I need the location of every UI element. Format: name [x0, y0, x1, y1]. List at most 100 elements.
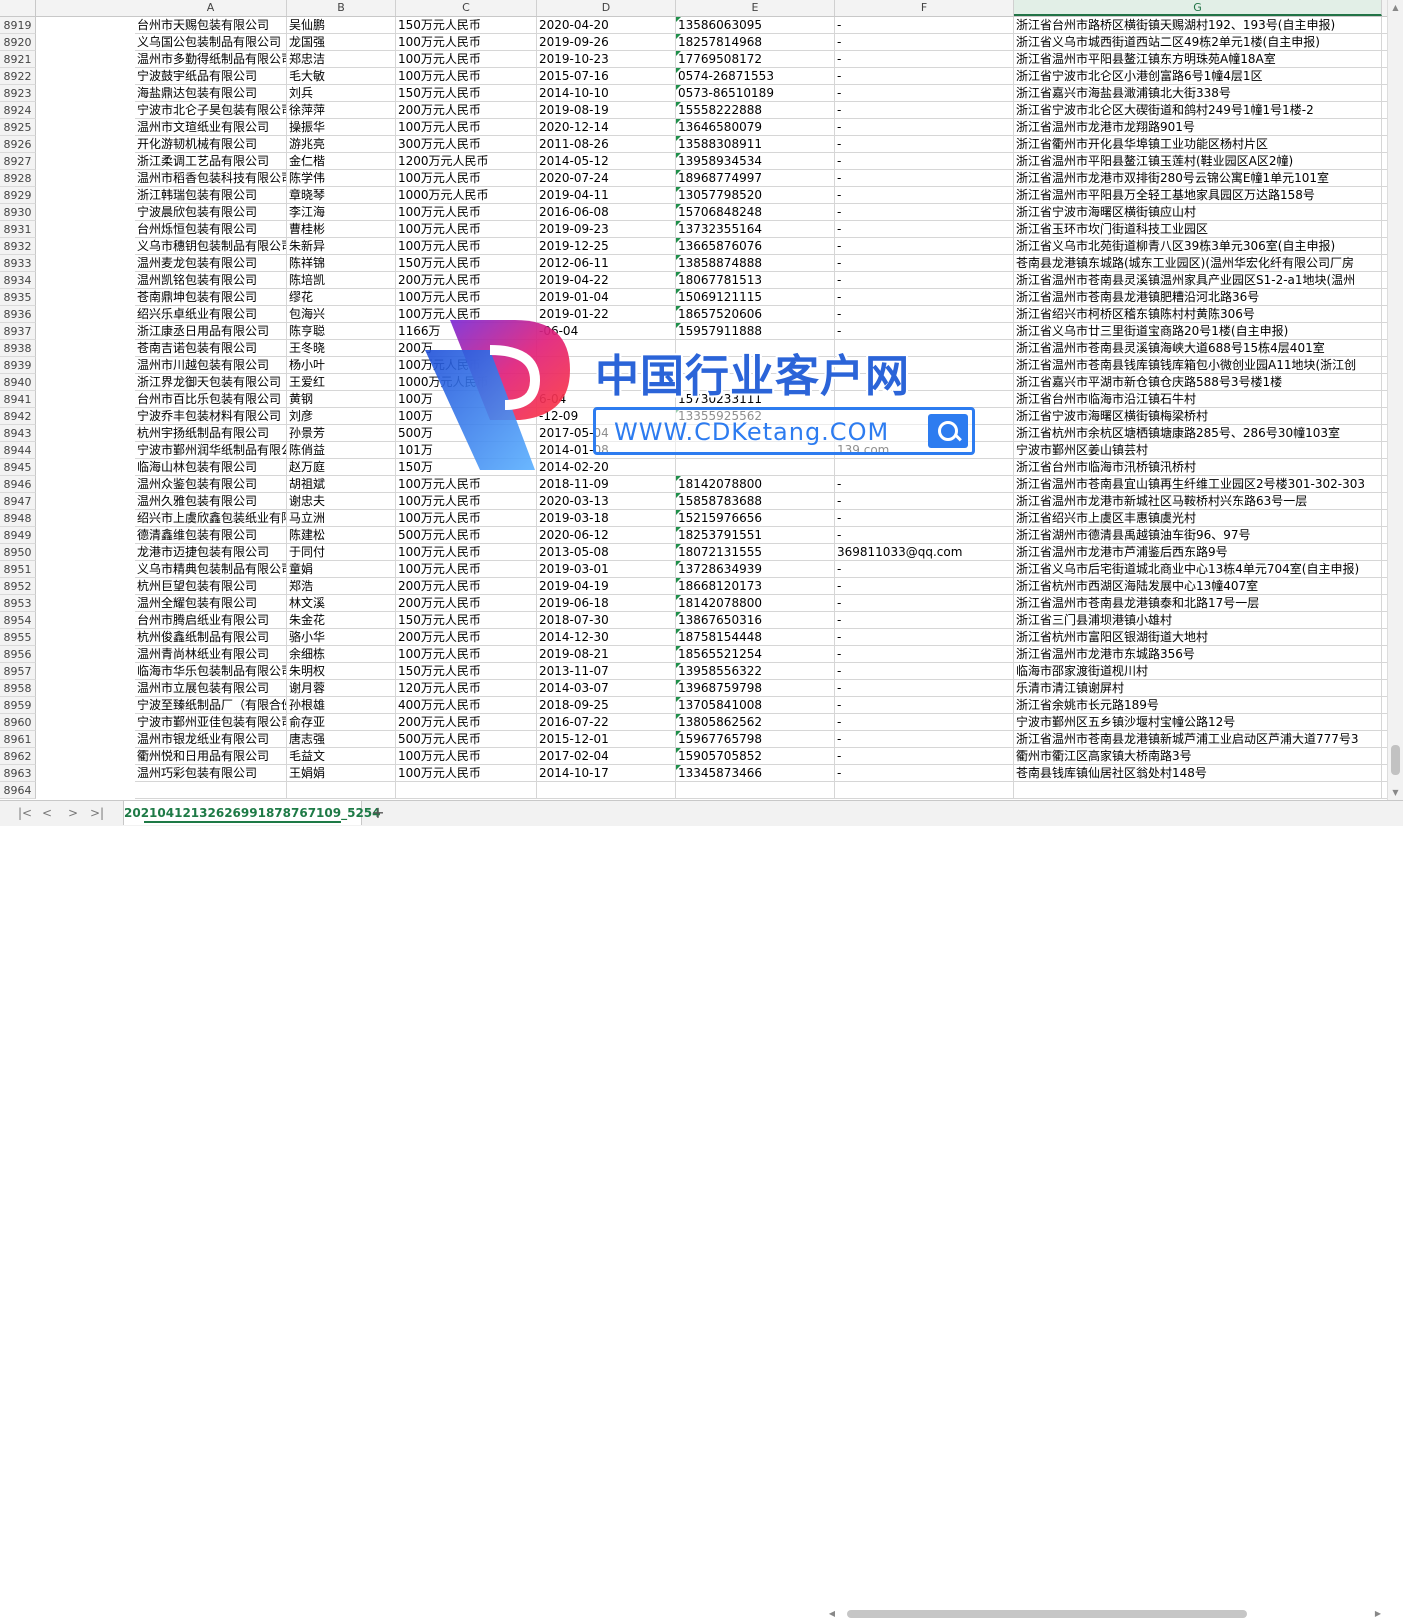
cell-f[interactable]: [835, 357, 1014, 374]
cell-b[interactable]: 王冬晓: [287, 340, 396, 357]
cell-a[interactable]: 温州众鉴包装有限公司: [135, 476, 287, 493]
cell-g[interactable]: 浙江省温州市苍南县龙港镇肥糟沿河北路36号: [1014, 289, 1382, 306]
cell-g[interactable]: 浙江省湖州市德清县禹越镇油车街96、97号: [1014, 527, 1382, 544]
cell-b[interactable]: 陈建松: [287, 527, 396, 544]
cell-c[interactable]: 150万元人民币: [396, 255, 537, 272]
cell-g[interactable]: 浙江省台州市临海市沿江镇石牛村: [1014, 391, 1382, 408]
cell-a[interactable]: 台州市百比乐包装有限公司: [135, 391, 287, 408]
cell-g[interactable]: 浙江省台州市临海市汛桥镇汛桥村: [1014, 459, 1382, 476]
row-number[interactable]: 8937: [0, 323, 36, 340]
select-all-corner[interactable]: [0, 0, 36, 16]
cell-c[interactable]: 150万元人民币: [396, 663, 537, 680]
cell-b[interactable]: 赵万庭: [287, 459, 396, 476]
cell-d[interactable]: 2015-12-01: [537, 731, 676, 748]
cell-e[interactable]: [676, 459, 835, 476]
cell-d[interactable]: 6-04: [537, 391, 676, 408]
cell-b[interactable]: 骆小华: [287, 629, 396, 646]
cell-e[interactable]: [676, 782, 835, 799]
cell-g[interactable]: 浙江省余姚市长元路189号: [1014, 697, 1382, 714]
cell-e[interactable]: 13958556322: [676, 663, 835, 680]
cell-c[interactable]: 100万元人民币: [396, 544, 537, 561]
cell-g[interactable]: 浙江省温州市龙港市双排街280号云锦公寓E幢1单元101室: [1014, 170, 1382, 187]
prev-sheet-icon[interactable]: <: [36, 805, 58, 821]
next-sheet-icon[interactable]: >: [62, 805, 84, 821]
last-sheet-icon[interactable]: >|: [86, 805, 108, 821]
cell-b[interactable]: 陈亨聪: [287, 323, 396, 340]
cell-b[interactable]: 胡祖斌: [287, 476, 396, 493]
cell-a[interactable]: 台州烁恒包装有限公司: [135, 221, 287, 238]
cell-c[interactable]: 150万元人民币: [396, 17, 537, 34]
cell-b[interactable]: 郑忠洁: [287, 51, 396, 68]
cell-g[interactable]: 浙江省义乌市北苑街道柳青八区39栋3单元306室(自主申报): [1014, 238, 1382, 255]
cell-d[interactable]: 2014-01-08: [537, 442, 676, 459]
row-number[interactable]: 8963: [0, 765, 36, 782]
cell-c[interactable]: 200万元人民币: [396, 595, 537, 612]
cell-c[interactable]: 1166万: [396, 323, 537, 340]
cell-a[interactable]: 温州市文瑄纸业有限公司: [135, 119, 287, 136]
cell-b[interactable]: 孙景芳: [287, 425, 396, 442]
cell-a[interactable]: 温州市立展包装有限公司: [135, 680, 287, 697]
cell-g[interactable]: 浙江省绍兴市上虞区丰惠镇虞光村: [1014, 510, 1382, 527]
cell-e[interactable]: 18072131555: [676, 544, 835, 561]
cell-d[interactable]: 2017-02-04: [537, 748, 676, 765]
cell-b[interactable]: 吴仙鹏: [287, 17, 396, 34]
cell-b[interactable]: 黄钢: [287, 391, 396, 408]
cell-f[interactable]: -: [835, 680, 1014, 697]
cell-b[interactable]: 包海兴: [287, 306, 396, 323]
cell-g[interactable]: 宁波市鄞州区姜山镇芸村: [1014, 442, 1382, 459]
cell-c[interactable]: 100万元人民币: [396, 357, 537, 374]
row-number[interactable]: 8931: [0, 221, 36, 238]
cell-e[interactable]: [676, 425, 835, 442]
cell-d[interactable]: 2019-03-18: [537, 510, 676, 527]
row-number[interactable]: 8943: [0, 425, 36, 442]
sheet-tab[interactable]: 20210412132626991878767109_5254: [123, 801, 381, 825]
cell-g[interactable]: 浙江省义乌市廿三里街道宝商路20号1楼(自主申报): [1014, 323, 1382, 340]
cell-e[interactable]: 13867650316: [676, 612, 835, 629]
cell-c[interactable]: 1200万元人民币: [396, 153, 537, 170]
cell-e[interactable]: 15967765798: [676, 731, 835, 748]
cell-b[interactable]: 陈学伟: [287, 170, 396, 187]
cell-g[interactable]: 浙江省温州市苍南县龙港镇新城芦浦工业启动区芦浦大道777号3: [1014, 731, 1382, 748]
cell-b[interactable]: 孙根雄: [287, 697, 396, 714]
cell-c[interactable]: 100万元人民币: [396, 476, 537, 493]
cell-g[interactable]: 浙江省温州市龙港市龙翔路901号: [1014, 119, 1382, 136]
cell-f[interactable]: -: [835, 136, 1014, 153]
cell-g[interactable]: 浙江省三门县浦坝港镇小雄村: [1014, 612, 1382, 629]
row-number[interactable]: 8934: [0, 272, 36, 289]
row-number[interactable]: 8936: [0, 306, 36, 323]
cell-c[interactable]: 1000万元人民币: [396, 187, 537, 204]
row-number[interactable]: 8933: [0, 255, 36, 272]
row-number[interactable]: 8961: [0, 731, 36, 748]
cell-c[interactable]: 200万元人民币: [396, 102, 537, 119]
cell-c[interactable]: 100万元人民币: [396, 493, 537, 510]
cell-g[interactable]: 浙江省温州市龙港市芦浦鉴后西东路9号: [1014, 544, 1382, 561]
cell-a[interactable]: 衢州悦和日用品有限公司: [135, 748, 287, 765]
cell-g[interactable]: 衢州市衢江区高家镇大桥南路3号: [1014, 748, 1382, 765]
cell-e[interactable]: 18253791551: [676, 527, 835, 544]
cell-a[interactable]: 温州巧彩包装有限公司: [135, 765, 287, 782]
row-number[interactable]: 8920: [0, 34, 36, 51]
cell-c[interactable]: 100万元人民币: [396, 561, 537, 578]
cell-f[interactable]: -: [835, 595, 1014, 612]
cell-d[interactable]: 2019-12-25: [537, 238, 676, 255]
cell-e[interactable]: 18657520606: [676, 306, 835, 323]
cell-b[interactable]: 刘兵: [287, 85, 396, 102]
cell-a[interactable]: 宁波市鄞州润华纸制品有限公司: [135, 442, 287, 459]
cell-d[interactable]: 2019-01-04: [537, 289, 676, 306]
row-number[interactable]: 8941: [0, 391, 36, 408]
cell-f[interactable]: [835, 340, 1014, 357]
row-number[interactable]: 8960: [0, 714, 36, 731]
row-number[interactable]: 8929: [0, 187, 36, 204]
cell-f[interactable]: -: [835, 578, 1014, 595]
cell-a[interactable]: 温州市川越包装有限公司: [135, 357, 287, 374]
cell-g[interactable]: 临海市邵家渡街道枧川村: [1014, 663, 1382, 680]
cell-a[interactable]: 义乌市穗钥包装制品有限公司: [135, 238, 287, 255]
cell-b[interactable]: 童娟: [287, 561, 396, 578]
cell-f[interactable]: [835, 391, 1014, 408]
cell-c[interactable]: 300万元人民币: [396, 136, 537, 153]
cell-f[interactable]: -: [835, 323, 1014, 340]
row-number[interactable]: 8930: [0, 204, 36, 221]
cell-f[interactable]: -: [835, 187, 1014, 204]
cell-f[interactable]: -: [835, 272, 1014, 289]
cell-e[interactable]: 15858783688: [676, 493, 835, 510]
